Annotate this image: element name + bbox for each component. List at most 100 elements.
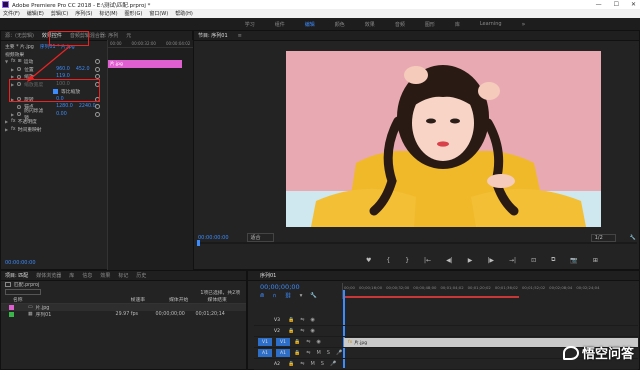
effect-panel-timecode[interactable]: 00:00:00:00 (5, 260, 36, 266)
column-media-end[interactable]: 媒体结束 (208, 296, 246, 303)
menu-window[interactable]: 窗口(W) (149, 10, 168, 17)
workspace-tab[interactable]: Learning (480, 21, 502, 27)
mute-icon[interactable]: M (310, 361, 314, 367)
track-v3[interactable]: V3 🔒 ⇋ ◉ (254, 315, 638, 326)
mark-in-button[interactable]: { (386, 257, 390, 264)
lock-icon[interactable]: 🔒 (288, 317, 294, 323)
menu-edit[interactable]: 编辑(E) (27, 10, 44, 17)
fx-badge-icon[interactable]: fx (11, 127, 16, 132)
fit-dropdown[interactable]: 适合 (246, 233, 274, 242)
solo-icon[interactable]: S (327, 350, 330, 356)
stopwatch-icon[interactable] (17, 104, 22, 109)
sync-lock-icon[interactable]: ⇋ (306, 350, 310, 356)
tab-source[interactable]: 源：(无剪辑) (5, 32, 34, 39)
fx-badge-icon[interactable]: fx (11, 59, 16, 64)
eye-icon[interactable]: ◉ (310, 328, 314, 334)
tab-media-browser[interactable]: 媒体浏览器 (36, 272, 61, 279)
play-button[interactable]: ▶ (468, 257, 473, 264)
step-back-button[interactable]: ◀| (446, 257, 453, 264)
workspace-tab[interactable]: 库 (455, 21, 460, 28)
minimize-button[interactable]: — (596, 1, 602, 8)
sync-lock-icon[interactable]: ⇋ (306, 339, 310, 345)
list-item[interactable]: ▦ 序列01 29.97 fps 00;00;00;00 00;01;20;14 (1, 311, 246, 319)
column-framerate[interactable]: 帧速率 (131, 296, 169, 303)
fx-badge-icon[interactable]: fx (11, 119, 16, 124)
eye-icon[interactable]: ◉ (310, 317, 314, 323)
mic-icon[interactable]: 🎤 (336, 350, 342, 356)
step-forward-button[interactable]: |▶ (487, 257, 494, 264)
expand-triangle-icon[interactable]: ▼ (5, 59, 8, 64)
lock-icon[interactable]: 🔒 (288, 328, 294, 334)
track-label[interactable]: V3 (270, 316, 284, 324)
eye-icon[interactable]: ◉ (316, 339, 320, 345)
track-label[interactable]: A2 (270, 360, 284, 368)
mute-icon[interactable]: M (316, 350, 320, 356)
workspace-tab-active[interactable]: 编辑 (305, 21, 315, 28)
program-scrub-bar[interactable] (197, 240, 637, 246)
close-button[interactable]: ✕ (631, 1, 636, 8)
reset-position-icon[interactable] (95, 66, 100, 72)
timeline-ruler[interactable]: 00;00 00;00;16;00 00;00;32;00 00;00;48;0… (342, 283, 638, 299)
menu-help[interactable]: 帮助(H) (175, 10, 193, 17)
track-label[interactable]: A1 (276, 349, 290, 357)
go-to-out-button[interactable]: →| (509, 257, 516, 264)
extract-button[interactable]: ⧉ (551, 256, 555, 264)
workspace-tab[interactable]: 学习 (245, 21, 255, 28)
lift-button[interactable]: ⊡ (531, 257, 536, 264)
anchor-x-value[interactable]: 1280.0 (56, 104, 73, 109)
tab-effects[interactable]: 效果 (100, 272, 110, 279)
tab-info[interactable]: 信息 (82, 272, 92, 279)
mic-icon[interactable]: 🎤 (330, 361, 336, 367)
go-to-in-button[interactable]: |← (424, 257, 431, 264)
workspace-tab[interactable]: 组件 (275, 21, 285, 28)
menu-clip[interactable]: 剪辑(C) (51, 10, 68, 17)
snap-icon[interactable]: ∩ (273, 293, 277, 299)
maximize-button[interactable]: ☐ (614, 1, 619, 8)
sync-lock-icon[interactable]: ⇋ (300, 328, 304, 334)
add-marker-button[interactable]: ♥ (366, 257, 371, 264)
tab-libraries[interactable]: 库 (69, 272, 74, 279)
linked-selection-icon[interactable]: ⛓ (285, 293, 292, 299)
workspace-tab[interactable]: 音频 (395, 21, 405, 28)
effect-controls-timeline[interactable]: 00:00 00:00:32:00 00:00:04:02 (107, 40, 193, 270)
workspace-tab[interactable]: 颜色 (335, 21, 345, 28)
panel-menu-icon[interactable]: ≡ (238, 33, 242, 39)
reset-anchor-icon[interactable] (95, 104, 100, 110)
track-v2[interactable]: V2 🔒 ⇋ ◉ (254, 326, 638, 337)
sync-lock-icon[interactable]: ⇋ (300, 317, 304, 323)
reset-antiflicker-icon[interactable] (95, 111, 100, 117)
timeline-settings-icon[interactable]: 🔧 (310, 293, 317, 299)
sync-lock-icon[interactable]: ⇋ (300, 361, 304, 367)
project-search-input[interactable] (5, 289, 41, 296)
tab-meta[interactable]: 元 (126, 32, 131, 39)
playhead-icon[interactable] (197, 240, 200, 246)
menu-graphics[interactable]: 图形(G) (125, 10, 143, 17)
work-area-bar[interactable] (343, 296, 519, 298)
menu-file[interactable]: 文件(F) (3, 10, 20, 17)
track-label[interactable]: V2 (270, 327, 284, 335)
button-editor-button[interactable]: ⊞ (593, 257, 598, 264)
expand-triangle-icon[interactable]: ▶ (11, 112, 14, 117)
source-patch-a1[interactable]: A1 (258, 349, 272, 357)
menu-sequence[interactable]: 序列(S) (75, 10, 92, 17)
program-timecode[interactable]: 00:00:00:00 (198, 235, 229, 241)
column-name[interactable]: 名称 (13, 296, 71, 303)
workspace-more-button[interactable]: » (522, 21, 526, 28)
stopwatch-icon[interactable] (17, 112, 22, 117)
solo-icon[interactable]: S (321, 361, 324, 367)
program-video-frame[interactable] (286, 51, 601, 227)
expand-triangle-icon[interactable]: ▶ (5, 127, 8, 132)
anchor-y-value[interactable]: 2240.0 (79, 104, 96, 109)
workspace-tab[interactable]: 效果 (365, 21, 375, 28)
lock-icon[interactable]: 🔒 (294, 350, 300, 356)
column-media-start[interactable]: 媒体开始 (169, 296, 207, 303)
tab-history[interactable]: 历史 (136, 272, 146, 279)
expand-triangle-icon[interactable]: ▶ (11, 67, 14, 72)
expand-triangle-icon[interactable]: ▶ (5, 119, 8, 124)
settings-wrench-icon[interactable]: 🔧 (630, 235, 636, 241)
tab-program[interactable]: 节目: 序列01 (198, 32, 228, 39)
antiflicker-value[interactable]: 0.00 (56, 112, 67, 117)
export-frame-button[interactable]: 📷 (570, 257, 577, 264)
reset-motion-icon[interactable] (95, 59, 100, 65)
tab-project[interactable]: 项目: 匹配 (5, 272, 28, 279)
